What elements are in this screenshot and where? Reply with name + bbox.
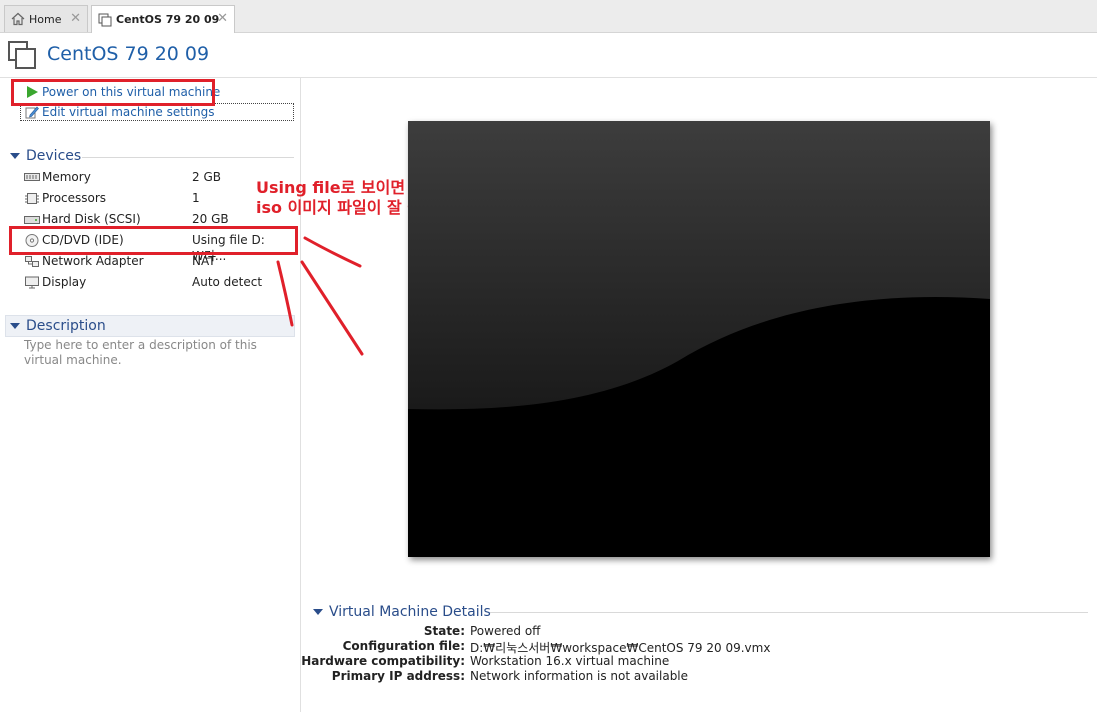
detail-value: Network information is not available: [470, 669, 689, 683]
section-divider: [490, 612, 1088, 613]
detail-label: Primary IP address:: [331, 669, 465, 683]
detail-label: State:: [423, 624, 465, 638]
details-heading: Virtual Machine Details: [329, 604, 491, 620]
detail-row-hardware: Hardware compatibility: Workstation 16.x…: [300, 654, 669, 669]
detail-label: Hardware compatibility:: [301, 654, 465, 668]
detail-row-ip: Primary IP address: Network information …: [300, 669, 688, 684]
vm-preview-screen[interactable]: [408, 121, 990, 557]
detail-label: Configuration file:: [342, 639, 465, 653]
detail-row-state: State: Powered off: [300, 624, 541, 639]
detail-row-config-file: Configuration file: D:₩리눅스서버₩workspace₩C…: [300, 639, 771, 655]
detail-value: Powered off: [470, 624, 541, 638]
collapse-arrow-icon: [313, 609, 323, 615]
details-section-toggle[interactable]: Virtual Machine Details: [313, 604, 491, 620]
detail-value: Workstation 16.x virtual machine: [470, 654, 670, 668]
